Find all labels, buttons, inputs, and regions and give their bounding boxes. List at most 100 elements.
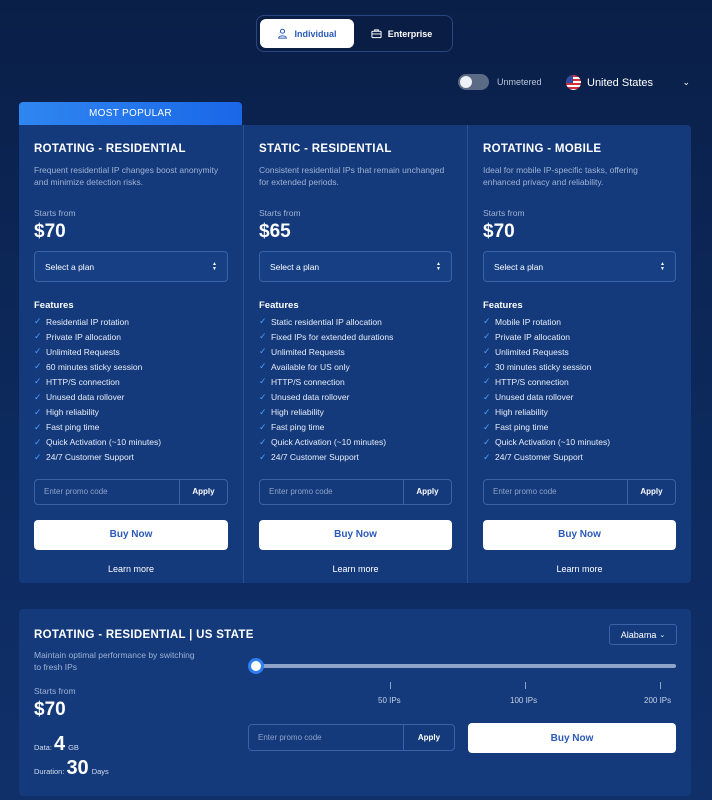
chevron-down-icon: ⌄ [682,77,690,87]
promo-code-group: Apply [259,478,452,505]
duration-label: Duration: [34,767,65,776]
feature-label: High reliability [271,407,324,418]
feature-label: Residential IP rotation [46,316,130,327]
promo-code-input[interactable] [35,479,179,504]
feature-item: ✓ Fast ping time [483,420,676,435]
apply-promo-button[interactable]: Apply [179,479,227,504]
starts-from-label: Starts from [483,208,525,218]
feature-item: ✓ High reliability [483,405,676,420]
feature-label: Unused data rollover [271,392,350,403]
feature-label: Fast ping time [495,422,549,433]
check-icon: ✓ [259,361,267,372]
duration-metric: Duration: 30 Days [34,757,109,780]
feature-item: ✓ Fast ping time [259,420,452,435]
apply-promo-button[interactable]: Apply [403,479,451,504]
promo-code-group: Apply [34,478,228,505]
feature-label: HTTP/S connection [46,376,120,387]
state-dropdown-label: Alabama [620,629,657,640]
us-flag-icon [566,75,581,90]
check-icon: ✓ [34,406,42,417]
plan-price: $70 [483,221,515,242]
data-value: 4 [53,733,66,755]
check-icon: ✓ [34,331,42,342]
state-plan-title: ROTATING - RESIDENTIAL | US STATE [34,629,254,641]
plan-description: Frequent residential IP changes boost an… [34,165,219,187]
country-label: United States [587,76,654,89]
buy-now-button[interactable]: Buy Now [34,519,228,550]
feature-item: ✓ High reliability [259,405,452,420]
ip-slider-track[interactable] [256,664,676,668]
user-icon [278,28,288,39]
unmetered-filter: Unmetered [458,74,542,90]
unmetered-toggle[interactable] [458,74,489,90]
learn-more-link[interactable]: Learn more [483,564,676,574]
learn-more-link[interactable]: Learn more [34,564,228,574]
apply-promo-button[interactable]: Apply [403,725,454,750]
plan-description: Consistent residential IPs that remain u… [259,165,445,187]
check-icon: ✓ [259,376,267,387]
feature-item: ✓ Unused data rollover [483,389,676,404]
learn-more-link[interactable]: Learn more [259,564,452,574]
features-title: Features [34,300,74,311]
promo-code-group: Apply [248,724,455,751]
feature-item: ✓ Available for US only [259,359,452,374]
check-icon: ✓ [259,406,267,417]
state-dropdown[interactable]: Alabama ⌄ [609,624,677,645]
feature-label: Private IP allocation [46,331,121,342]
country-selector[interactable]: United States ⌄ [566,74,690,91]
feature-label: 24/7 Customer Support [495,452,583,463]
plan-select[interactable]: Select a plan ▲ ▼ [34,251,228,282]
apply-promo-button[interactable]: Apply [627,479,675,504]
check-icon: ✓ [259,316,267,327]
buy-now-button[interactable]: Buy Now [259,519,452,550]
feature-item: ✓ Unlimited Requests [259,344,452,359]
feature-item: ✓ 24/7 Customer Support [483,450,676,465]
check-icon: ✓ [34,451,42,462]
starts-from-label: Starts from [259,208,301,218]
feature-item: ✓ Unused data rollover [34,389,228,404]
buy-now-button[interactable]: Buy Now [468,723,676,753]
feature-item: ✓ Private IP allocation [34,329,228,344]
check-icon: ✓ [34,346,42,357]
check-icon: ✓ [34,391,42,402]
select-arrows-icon: ▲ ▼ [436,260,441,272]
feature-item: ✓ 24/7 Customer Support [34,450,228,465]
feature-label: Unused data rollover [495,392,574,403]
plan-select[interactable]: Select a plan ▲ ▼ [259,251,452,282]
buy-now-button[interactable]: Buy Now [483,519,676,550]
check-icon: ✓ [483,361,491,372]
promo-code-input[interactable] [484,479,627,504]
tab-individual[interactable]: Individual [260,19,354,48]
slider-tick-label: 50 IPs [378,696,401,705]
check-icon: ✓ [483,316,491,327]
us-state-plan-card: ROTATING - RESIDENTIAL | US STATE Mainta… [19,609,691,796]
feature-item: ✓ Quick Activation (~10 minutes) [483,435,676,450]
feature-item: ✓ Fixed IPs for extended durations [259,329,452,344]
slider-tick [390,682,391,689]
feature-item: ✓ HTTP/S connection [259,374,452,389]
data-label: Data: [34,743,52,752]
tab-individual-label: Individual [294,28,337,39]
promo-code-input[interactable] [260,479,403,504]
check-icon: ✓ [34,436,42,447]
check-icon: ✓ [259,451,267,462]
check-icon: ✓ [483,376,491,387]
feature-label: Private IP allocation [495,331,570,342]
ip-slider-handle[interactable] [248,658,264,674]
select-arrows-icon: ▲ ▼ [660,260,665,272]
check-icon: ✓ [483,421,491,432]
feature-item: ✓ 30 minutes sticky session [483,359,676,374]
feature-label: High reliability [495,407,548,418]
unmetered-label: Unmetered [497,77,542,87]
plan-select[interactable]: Select a plan ▲ ▼ [483,251,676,282]
plan-select-label: Select a plan [45,261,95,272]
starts-from-label: Starts from [34,208,76,218]
feature-label: Quick Activation (~10 minutes) [495,437,611,448]
promo-code-input[interactable] [249,725,403,750]
check-icon: ✓ [259,391,267,402]
plan-card-rotating-mobile: ROTATING - MOBILE Ideal for mobile IP-sp… [467,125,691,583]
feature-label: HTTP/S connection [271,376,345,387]
tab-enterprise[interactable]: Enterprise [354,19,449,48]
check-icon: ✓ [483,331,491,342]
feature-label: HTTP/S connection [495,376,569,387]
